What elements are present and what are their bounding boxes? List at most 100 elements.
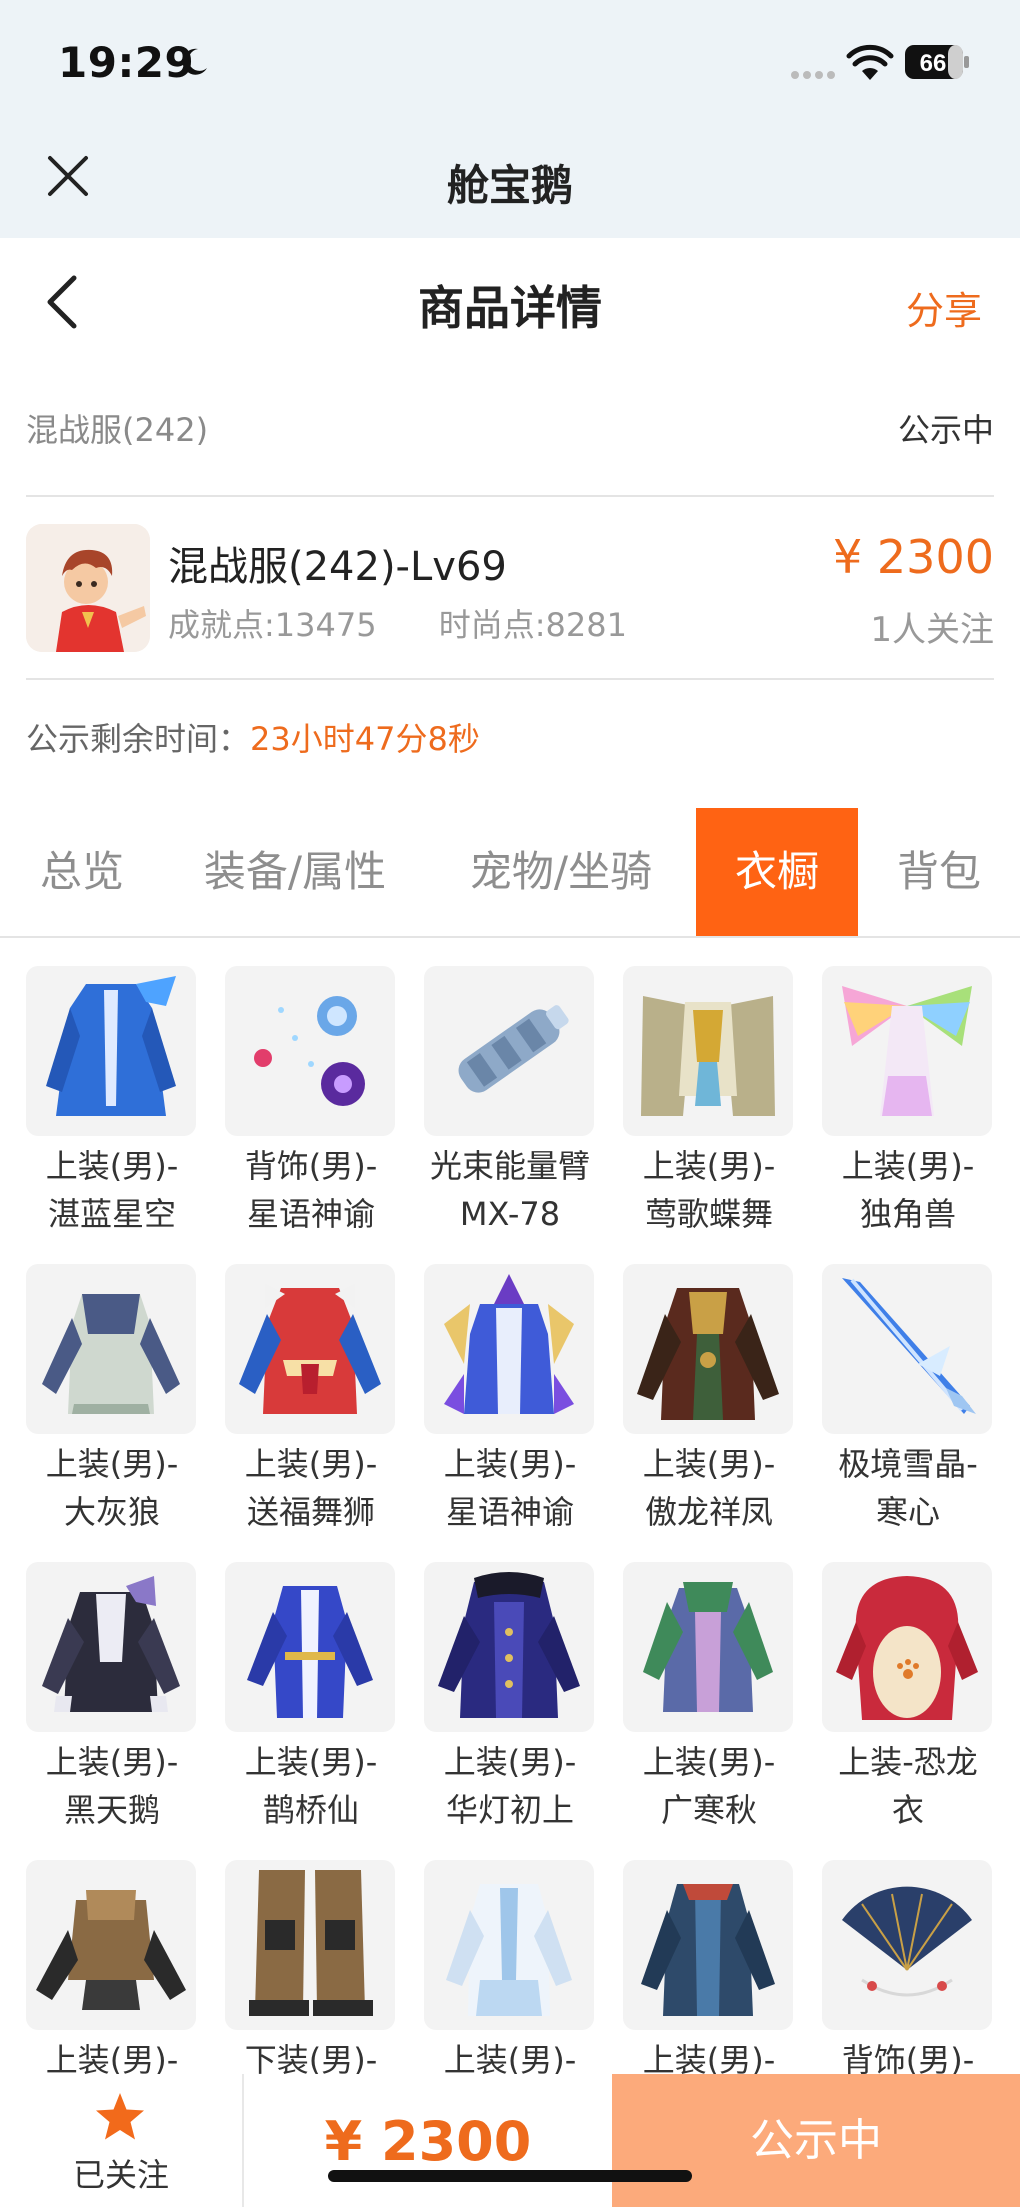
wardrobe-item[interactable]: 极境雪晶- 寒心 — [822, 1264, 994, 1536]
wifi-icon — [846, 44, 894, 80]
remaining-time-label: 公示剩余时间： — [26, 720, 251, 758]
teal-coat-icon — [641, 1884, 775, 2016]
ice-sword-icon — [842, 1278, 976, 1414]
share-button[interactable]: 分享 — [906, 280, 982, 335]
grey-coat-icon — [42, 1294, 180, 1414]
status-time: 19:29 — [58, 38, 195, 87]
wardrobe-item[interactable]: 上装(男)- 黑天鹅 — [26, 1562, 198, 1834]
mech-top-icon — [36, 1890, 186, 2010]
item-name: 背饰(男)- 星语神谕 — [244, 1147, 378, 1233]
wardrobe-item[interactable]: 背饰(男)- 星语神谕 — [225, 966, 397, 1238]
character-portrait-icon — [26, 524, 150, 652]
star-icon — [96, 2093, 144, 2140]
item-name: 上装(男)- 独角兽 — [841, 1147, 975, 1233]
item-name: 光束能量臂 MX-78 — [429, 1147, 590, 1233]
status-button[interactable]: 公示中 — [612, 2074, 1020, 2207]
divider — [26, 678, 994, 680]
tab-wardrobe[interactable]: 衣橱 — [696, 808, 858, 936]
lion-coat-icon — [239, 1284, 381, 1414]
item-name: 上装(男)- 鹊桥仙 — [244, 1743, 378, 1829]
server-name: 混战服(242) — [26, 411, 209, 449]
item-name: 上装(男)- 傲龙祥凤 — [642, 1445, 776, 1531]
divider — [26, 495, 994, 497]
character-stats: 成就点:13475 时尚点:8281 — [168, 600, 679, 646]
item-name: 上装(男)- — [45, 2041, 179, 2076]
item-name: 上装(男)- 大灰狼 — [45, 1445, 179, 1531]
tab-backpack[interactable]: 背包 — [880, 808, 998, 936]
blue-robe-icon — [247, 1586, 373, 1718]
tab-bar: 总览 装备/属性 宠物/坐骑 衣橱 背包 — [0, 808, 1020, 938]
item-name: 上装(男)- 莺歌蝶舞 — [642, 1147, 776, 1233]
character-avatar[interactable] — [26, 524, 150, 652]
bottom-price: ¥ 2300 — [324, 2110, 532, 2173]
follow-button[interactable]: 已关注 — [0, 2074, 244, 2207]
follower-count: 1人关注 — [870, 610, 994, 650]
orbs-icon — [254, 996, 365, 1106]
remaining-time-value: 23小时47分8秒 — [250, 720, 480, 758]
home-indicator — [328, 2170, 692, 2182]
wardrobe-item[interactable]: 上装(男)- 星语神谕 — [424, 1264, 596, 1536]
moon-icon — [182, 48, 207, 75]
bottom-bar: 已关注 ¥ 2300 公示中 — [0, 2074, 1020, 2207]
wardrobe-item[interactable]: 上装(男)- 湛蓝星空 — [26, 966, 198, 1238]
item-name: 上装(男)- — [443, 2041, 577, 2076]
wardrobe-item[interactable]: 背饰(男)- — [822, 1860, 994, 2076]
remaining-time: 公示剩余时间：23小时47分8秒 — [26, 714, 480, 760]
tab-pets[interactable]: 宠物/坐骑 — [452, 808, 670, 936]
top-header: 19:29 66 舱宝鹅 — [0, 0, 1020, 238]
follow-label: 已关注 — [72, 2156, 169, 2194]
winged-armor-icon — [641, 996, 775, 1116]
white-coat-icon — [446, 1884, 572, 2016]
item-name: 上装(男)- 黑天鹅 — [45, 1743, 179, 1829]
battery-level: 66 — [920, 50, 947, 77]
fan-icon — [842, 1886, 972, 1997]
item-name: 上装(男)- 湛蓝星空 — [45, 1147, 179, 1233]
achievement-points: 成就点:13475 — [168, 606, 377, 644]
item-name: 背饰(男)- — [841, 2041, 975, 2076]
rainbow-wings-icon — [842, 986, 972, 1116]
blue-coat-icon — [46, 976, 176, 1116]
item-name: 上装(男)- 星语神谕 — [443, 1445, 577, 1531]
miniprogram-title: 舱宝鹅 — [446, 161, 573, 210]
price: ¥ 2300 — [833, 530, 994, 584]
item-name: 上装(男)- 送福舞狮 — [244, 1445, 378, 1531]
item-name: 极境雪晶- 寒心 — [838, 1445, 978, 1531]
wardrobe-item[interactable]: 上装(男)- — [424, 1860, 596, 2076]
tab-overview[interactable]: 总览 — [14, 808, 150, 936]
wardrobe-item[interactable]: 上装(男)- 华灯初上 — [424, 1562, 596, 1834]
wardrobe-item[interactable]: 上装(男)- 广寒秋 — [623, 1562, 795, 1834]
battery-icon: 66 — [905, 45, 969, 79]
server-status: 公示中 — [897, 411, 994, 449]
dragon-robe-icon — [637, 1288, 779, 1420]
wardrobe-item[interactable]: 上装(男)- — [623, 1860, 795, 2076]
navy-coat-icon — [438, 1572, 580, 1718]
mech-legs-icon — [249, 1870, 373, 2016]
wardrobe-item[interactable]: 上装(男)- 莺歌蝶舞 — [623, 966, 795, 1238]
item-name: 下装(男)- — [244, 2041, 378, 2076]
character-name: 混战服(242)-Lv69 — [168, 544, 507, 590]
dino-suit-icon — [836, 1576, 978, 1720]
wardrobe-item[interactable]: 光束能量臂 MX-78 — [424, 966, 596, 1238]
wardrobe-item[interactable]: 上装(男)- 傲龙祥凤 — [623, 1264, 795, 1536]
wardrobe-item[interactable]: 上装(男)- 大灰狼 — [26, 1264, 198, 1536]
signal-dots-icon — [791, 71, 835, 79]
tab-equipment[interactable]: 装备/属性 — [186, 808, 404, 936]
star-armor-icon — [444, 1274, 574, 1414]
server-row: 混战服(242) 公示中 — [26, 405, 994, 455]
green-robe-icon — [643, 1582, 773, 1712]
wardrobe-item[interactable]: 上装(男)- — [26, 1860, 198, 2076]
fashion-points: 时尚点:8281 — [438, 606, 627, 644]
black-coat-icon — [42, 1576, 180, 1712]
wardrobe-item[interactable]: 上装(男)- 独角兽 — [822, 966, 994, 1238]
wardrobe-item[interactable]: 上装-恐龙衣 — [822, 1562, 994, 1834]
wardrobe-item[interactable]: 下装(男)- — [225, 1860, 397, 2076]
item-name: 上装(男)- — [642, 2041, 776, 2076]
item-name: 上装(男)- 华灯初上 — [443, 1743, 577, 1829]
item-name: 上装(男)- 广寒秋 — [642, 1743, 776, 1829]
arm-cannon-icon — [458, 1005, 569, 1093]
wardrobe-grid: 上装(男)- 湛蓝星空 背饰(男)- 星语神谕 光束能量臂 MX-78 上装(男… — [26, 966, 996, 2076]
page-title: 商品详情 — [418, 281, 602, 335]
wardrobe-item[interactable]: 上装(男)- 鹊桥仙 — [225, 1562, 397, 1834]
item-name: 上装-恐龙衣 — [838, 1743, 978, 1829]
wardrobe-item[interactable]: 上装(男)- 送福舞狮 — [225, 1264, 397, 1536]
